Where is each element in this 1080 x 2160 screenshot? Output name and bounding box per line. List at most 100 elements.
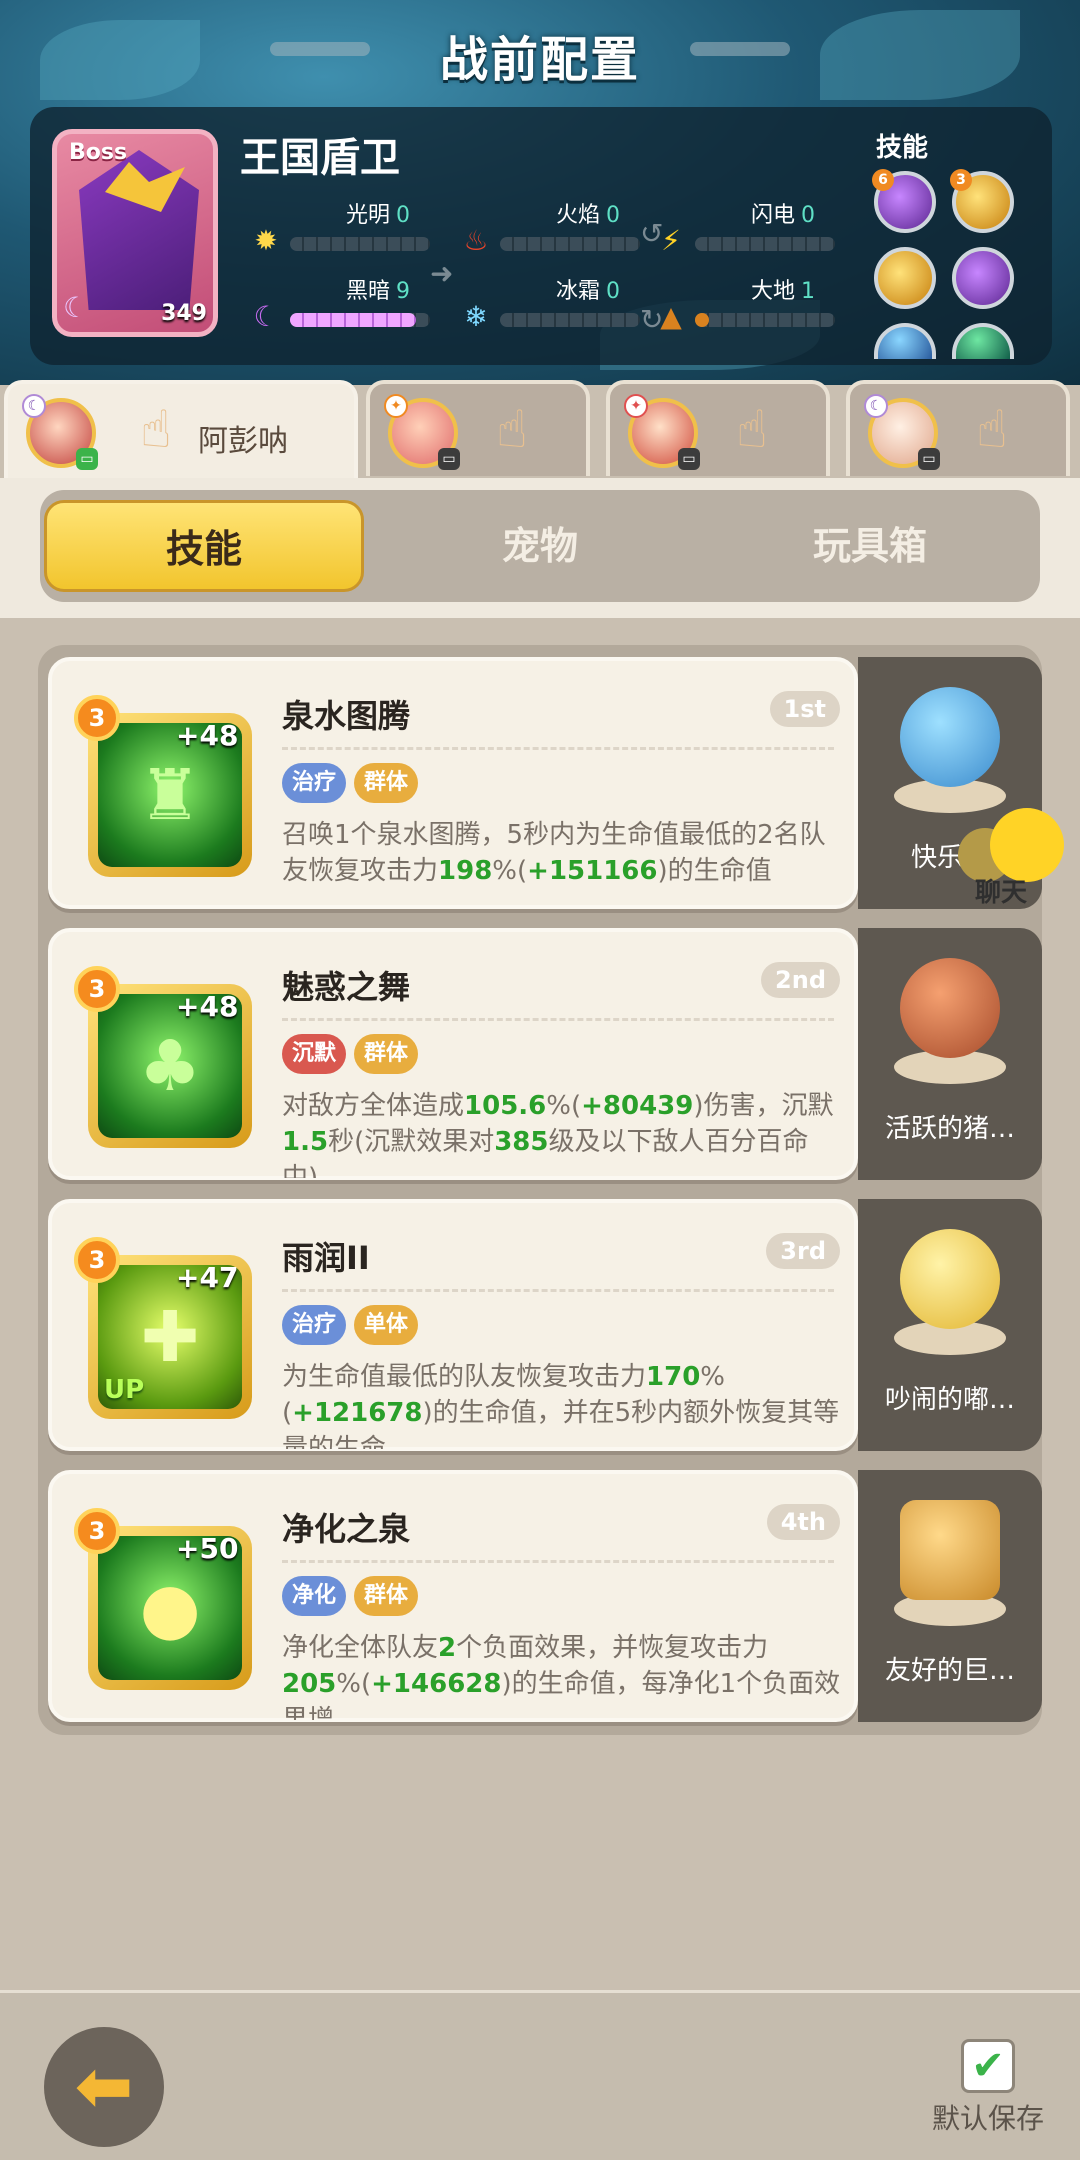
tap-hand-icon: ☝ <box>140 400 172 460</box>
skill-row: ♣ 3 +48 魅惑之舞 2nd 沉默 群体 对敌方全体造成105.6%(+80… <box>38 922 1042 1180</box>
boss-skill-icon[interactable]: 3 <box>950 169 1014 233</box>
boss-panel: Boss ☾ 349 王国盾卫 光明 0 ✹ 火焰 0 ♨ 闪电 0 ⚡ 黑暗 9 ☾ … <box>30 107 1052 365</box>
hero-avatar: ☾ ▭ <box>22 394 98 470</box>
skill-level-badge: 3 <box>74 966 120 1012</box>
boss-level: 349 <box>161 301 207 326</box>
skill-level-badge: 3 <box>74 695 120 741</box>
back-arrow-button[interactable]: ⬅ <box>44 2027 164 2147</box>
pet-slot[interactable]: 活跃的猪… <box>858 928 1042 1180</box>
smiley-icon <box>990 808 1064 882</box>
element-label: 闪电 0 <box>750 203 815 228</box>
hero-tab-2[interactable]: ✦ ▭ ☝ <box>366 380 590 476</box>
skill-description: 召唤1个泉水图腾，5秒内为生命值最低的2名队友恢复攻击力198%(+151166… <box>282 820 826 886</box>
pet-name: 友好的巨… <box>884 1656 1015 1686</box>
fire-element-icon: ✦ <box>624 394 648 418</box>
pet-figure <box>900 687 1000 787</box>
element-label: 火焰 0 <box>555 203 620 228</box>
chat-button[interactable]: 聊天 <box>950 808 1070 908</box>
divider <box>282 747 834 750</box>
skill-name: 雨润II <box>282 1239 370 1277</box>
page-title: 战前配置 <box>439 32 640 88</box>
sun-icon: ✹ <box>254 224 278 257</box>
skill-tag: 群体 <box>354 763 419 803</box>
divider <box>282 1289 834 1292</box>
skill-tags: 沉默 群体 <box>282 1034 419 1074</box>
skill-level-badge: 3 <box>74 1508 120 1554</box>
dark-element-icon: ☾ <box>864 394 888 418</box>
category-tabs: 技能 宠物 玩具箱 <box>40 490 1040 602</box>
moon-icon: ☾ <box>63 291 89 324</box>
element-frost: 冰霜 0 ❄ <box>460 273 650 343</box>
boss-skill-icon[interactable] <box>952 323 1014 359</box>
skill-tag: 群体 <box>354 1034 419 1074</box>
skill-row: ● 3 +50 净化之泉 4th 净化 群体 净化全体队友2个负面效果，并恢复攻… <box>38 1464 1042 1722</box>
healing-cross-icon: ✚ <box>140 1296 200 1378</box>
skill-bonus: +50 <box>176 1532 239 1565</box>
hero-avatar: ✦ ▭ <box>624 394 700 470</box>
boss-skill-icon[interactable] <box>874 247 936 309</box>
skill-bonus: +48 <box>176 990 239 1023</box>
dark-element-icon: ☾ <box>22 394 46 418</box>
boss-skill-icon[interactable] <box>952 247 1014 309</box>
element-label: 冰霜 0 <box>555 279 620 304</box>
skill-rank: 3rd <box>766 1233 840 1269</box>
pet-slot[interactable]: 吵闹的嘟… <box>858 1199 1042 1451</box>
hero-tab-3[interactable]: ✦ ▭ ☝ <box>606 380 830 476</box>
skill-name: 魅惑之舞 <box>282 968 411 1006</box>
skill-tag: 单体 <box>354 1305 419 1345</box>
element-bar <box>500 313 640 327</box>
skill-card[interactable]: ✚ 3 +47 UP 雨润II 3rd 治疗 单体 为生命值最低的队友恢复攻击力… <box>48 1199 858 1451</box>
skill-tags: 净化 群体 <box>282 1576 419 1616</box>
skill-rank: 1st <box>769 691 840 727</box>
skill-name: 泉水图腾 <box>282 697 411 735</box>
skill-tag: 治疗 <box>282 763 347 803</box>
element-bar <box>695 237 835 251</box>
boss-name: 王国盾卫 <box>240 135 400 181</box>
divider <box>282 1018 834 1021</box>
display-icon: ▭ <box>918 448 940 470</box>
hero-tab-1[interactable]: ☾ ▭ ☝ 阿彭呐 <box>4 380 358 480</box>
chat-label: 聊天 <box>975 878 1028 908</box>
skill-card[interactable]: ♣ 3 +48 魅惑之舞 2nd 沉默 群体 对敌方全体造成105.6%(+80… <box>48 928 858 1180</box>
hero-avatar: ☾ ▭ <box>864 394 940 470</box>
boss-skill-icon[interactable]: 6 <box>872 169 936 233</box>
element-bar <box>695 313 835 327</box>
boss-portrait[interactable]: Boss ☾ 349 <box>52 129 218 337</box>
pet-figure <box>900 958 1000 1058</box>
skill-description: 为生命值最低的队友恢复攻击力170%(+121678)的生命值，并在5秒内额外恢… <box>282 1362 840 1449</box>
checkbox-checked-icon[interactable]: ✔ <box>961 2039 1015 2093</box>
element-bar-fill <box>290 313 416 327</box>
skill-tags: 治疗 群体 <box>282 763 419 803</box>
skill-card[interactable]: ♜ 3 +48 泉水图腾 1st 治疗 群体 召唤1个泉水图腾，5秒内为生命值最… <box>48 657 858 909</box>
pet-name: 吵闹的嘟… <box>884 1385 1015 1415</box>
skill-tag: 群体 <box>354 1576 419 1616</box>
skill-card[interactable]: ● 3 +50 净化之泉 4th 净化 群体 净化全体队友2个负面效果，并恢复攻… <box>48 1470 858 1722</box>
header-area: 战前配置 Boss ☾ 349 王国盾卫 光明 0 ✹ 火焰 0 ♨ 闪电 0 ⚡ 黑… <box>0 0 1080 385</box>
display-icon: ▭ <box>76 448 98 470</box>
element-earth: 大地 1 ▲ <box>655 273 845 343</box>
upgrade-badge: UP <box>104 1375 145 1405</box>
default-save-label: 默认保存 <box>931 2102 1044 2135</box>
tab-pets[interactable]: 宠物 <box>380 500 700 592</box>
element-lightning: 闪电 0 ⚡ <box>655 197 845 267</box>
element-bar-fill <box>695 313 709 327</box>
totem-icon: ♜ <box>138 754 202 836</box>
skill-description: 净化全体队友2个负面效果，并恢复攻击力205%(+146628)的生命值，每净化… <box>282 1633 841 1720</box>
default-save-toggle[interactable]: ✔ 默认保存 <box>928 2039 1048 2137</box>
skill-row: ♜ 3 +48 泉水图腾 1st 治疗 群体 召唤1个泉水图腾，5秒内为生命值最… <box>38 651 1042 909</box>
boss-skill-icon[interactable] <box>874 323 936 359</box>
tab-toybox[interactable]: 玩具箱 <box>710 500 1030 592</box>
footer-bar: ⬅ ✔ 默认保存 <box>0 1990 1080 2160</box>
tap-hand-icon: ☝ <box>496 400 528 460</box>
snowflake-icon: ❄ <box>464 300 488 333</box>
hero-avatar: ✦ ▭ <box>384 394 460 470</box>
element-light: 光明 0 ✹ <box>250 197 440 267</box>
display-icon: ▭ <box>678 448 700 470</box>
pet-slot[interactable]: 友好的巨… <box>858 1470 1042 1722</box>
skill-tag: 沉默 <box>282 1034 347 1074</box>
arrow-right-icon: ➜ <box>430 257 454 290</box>
tap-hand-icon: ☝ <box>736 400 768 460</box>
tab-skills[interactable]: 技能 <box>44 500 364 592</box>
hero-tab-4[interactable]: ☾ ▭ ☝ <box>846 380 1070 476</box>
skill-description: 对敌方全体造成105.6%(+80439)伤害，沉默1.5秒(沉默效果对385级… <box>282 1091 834 1178</box>
